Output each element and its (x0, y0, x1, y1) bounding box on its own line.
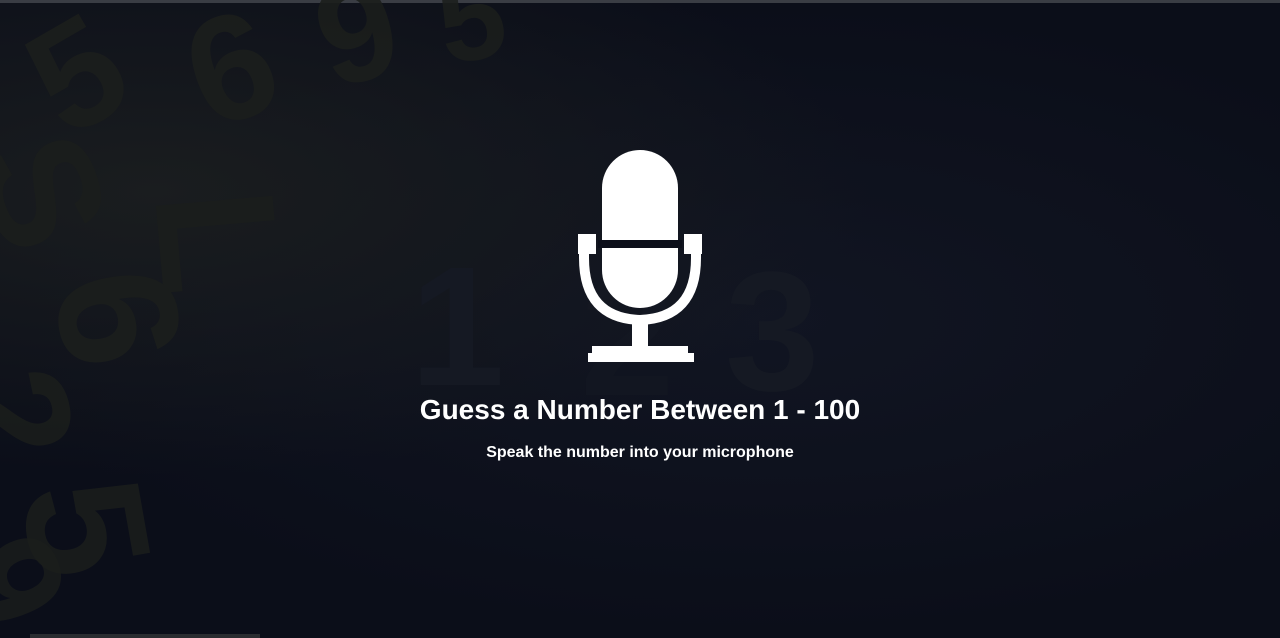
page: 5 6 9 5 S L 6 2 5 9 1 2 3 Guess a Number… (0, 0, 1280, 638)
main-content: Guess a Number Between 1 - 100 Speak the… (0, 0, 1280, 638)
microphone-icon[interactable] (570, 148, 710, 368)
instruction-text: Speak the number into your microphone (486, 444, 794, 461)
bottom-border (30, 634, 260, 638)
page-title: Guess a Number Between 1 - 100 (419, 394, 861, 425)
